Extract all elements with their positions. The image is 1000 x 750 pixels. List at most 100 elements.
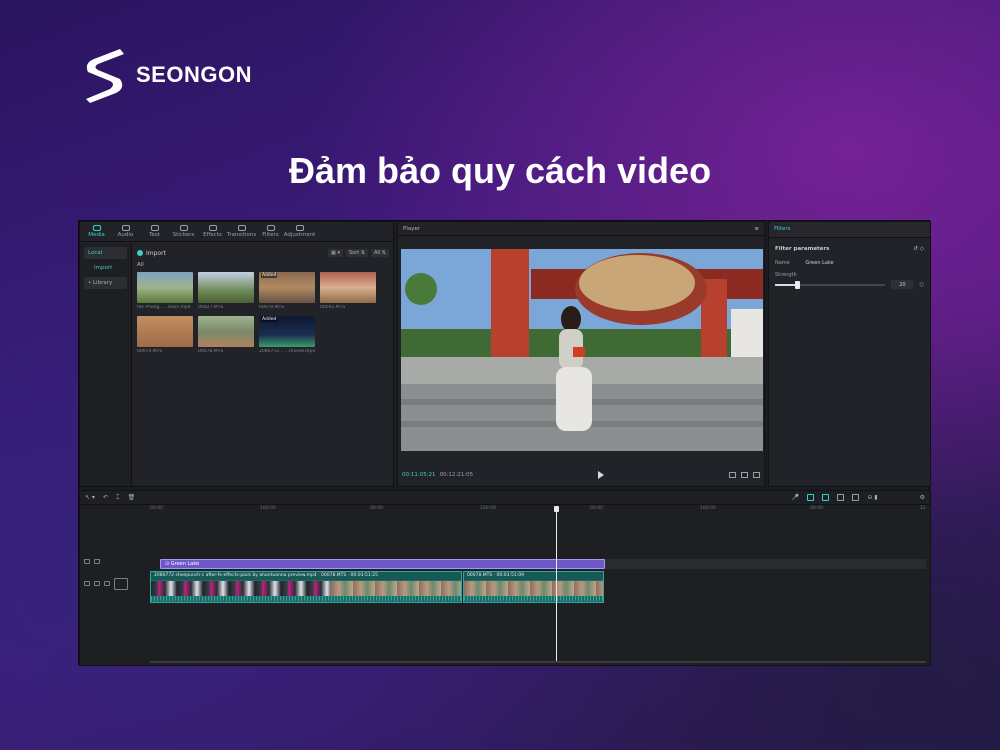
sidebar-item-library[interactable]: • Library — [84, 277, 127, 289]
timeline-tools-right: 🎤 ⊖ ▮ ⚙ — [792, 494, 925, 501]
timeline-scrollbar[interactable] — [150, 661, 926, 663]
tab-audio[interactable]: Audio — [113, 225, 138, 238]
sidebar-item-local[interactable]: Local — [84, 247, 127, 259]
clip-frames — [331, 581, 461, 597]
media-item[interactable]: 00074.MTS — [137, 316, 193, 354]
tab-stickers[interactable]: Stickers — [171, 225, 196, 238]
tab-media[interactable]: Media — [84, 225, 109, 238]
microphone-icon[interactable]: 🎤 — [792, 494, 799, 501]
media-item[interactable]: 00041.MTS — [320, 272, 376, 310]
hide-icon[interactable] — [94, 559, 100, 564]
split-icon[interactable]: ⌶ — [116, 494, 120, 502]
player-right-controls — [729, 472, 760, 478]
keyframe-icon[interactable]: ◇ — [919, 281, 924, 288]
link-icon[interactable] — [822, 494, 830, 501]
strength-slider-fill — [775, 283, 798, 286]
media-toolbar-right: ▦ ▾ Sort ⇅ All ⇅ — [328, 249, 389, 257]
audio-waveform — [151, 596, 461, 601]
toolbar-tabs: Media Audio Text Stickers Effects Transi… — [80, 222, 393, 242]
media-item-caption: 00027.MTS — [198, 305, 224, 310]
filter-parameters-label: Filter parameters — [775, 246, 830, 252]
preview-axis-icon[interactable] — [837, 494, 845, 501]
split-audio-icon[interactable] — [852, 494, 860, 501]
filter-track-header — [84, 559, 100, 564]
mute-icon[interactable] — [104, 581, 110, 586]
added-badge: Added — [261, 273, 278, 278]
fullscreen-icon[interactable] — [753, 472, 760, 478]
video-editor-window: Media Audio Text Stickers Effects Transi… — [78, 220, 931, 666]
video-preview[interactable] — [401, 249, 763, 451]
filters-panel: Filters Filter parameters ↺ ◇ Name Green… — [768, 221, 931, 487]
select-tool-icon[interactable]: ↖ ▾ — [85, 494, 95, 501]
filter-name-value: Green Lake — [805, 260, 834, 266]
media-item[interactable]: Added 00070.MTS — [259, 272, 315, 310]
media-thumbnail: Added — [259, 316, 315, 347]
media-thumbnail — [137, 272, 193, 303]
all-filter-button[interactable]: All ⇅ — [371, 249, 389, 257]
transitions-icon — [237, 225, 246, 231]
tab-adjustment[interactable]: Adjustment — [284, 225, 315, 238]
import-button[interactable]: Import — [137, 250, 166, 257]
timeline-ruler[interactable]: 00:00 100:00 00:00 100:00 00:00 100:00 00:00 12 — [150, 506, 926, 516]
sidebar-item-import[interactable]: Import — [84, 262, 127, 274]
filter-clip[interactable]: ⊙ Green Lake — [160, 559, 605, 569]
undo-icon[interactable]: ↶ — [103, 494, 108, 501]
current-timecode: 00:11:05:21 — [402, 472, 436, 478]
clip-frames — [464, 581, 603, 597]
seongon-logo-icon — [86, 49, 124, 103]
clip-label: 00078.MTS · 00:03:51:09 — [464, 572, 603, 580]
ruler-tick: 100:00 — [480, 506, 496, 511]
filter-track-empty — [605, 559, 926, 569]
cover-icon[interactable] — [114, 578, 128, 590]
text-icon — [150, 225, 159, 231]
sort-button[interactable]: Sort ⇅ — [345, 249, 369, 257]
ruler-tick: 00:00 — [810, 506, 823, 511]
hide-icon[interactable] — [94, 581, 100, 586]
menu-icon[interactable]: ≡ — [754, 226, 759, 232]
media-item[interactable]: 00027.MTS — [198, 272, 254, 310]
filter-name-label: Name — [775, 260, 790, 266]
tab-effects[interactable]: Effects — [200, 225, 225, 238]
media-item-caption: file Phong... ..main.mp4 — [137, 305, 191, 310]
fit-screen-icon[interactable] — [729, 472, 736, 478]
settings-icon[interactable]: ⚙ — [920, 494, 925, 501]
zoom-slider[interactable]: ⊖ ▮ — [867, 494, 877, 501]
reset-icon[interactable]: ↺ ◇ — [913, 246, 924, 252]
ratio-icon[interactable] — [741, 472, 748, 478]
media-item[interactable]: file Phong... ..main.mp4 — [137, 272, 193, 310]
strength-label: Strength — [775, 272, 797, 278]
play-icon[interactable] — [598, 471, 605, 479]
strength-slider-row: 20 ◇ — [775, 280, 924, 289]
tab-transitions[interactable]: Transitions — [227, 225, 256, 238]
strength-slider-handle[interactable] — [795, 280, 801, 289]
delete-icon[interactable]: 🗑 — [128, 494, 136, 501]
ruler-tick: 100:00 — [260, 506, 276, 511]
lock-icon[interactable] — [84, 581, 90, 586]
media-item[interactable]: 00078.MTS — [198, 316, 254, 354]
playhead-handle[interactable] — [554, 506, 559, 512]
tab-text[interactable]: Text — [142, 225, 167, 238]
timeline-toolbar: ↖ ▾ ↶ ⌶ 🗑 🎤 ⊖ ▮ ⚙ — [80, 491, 930, 505]
video-clip[interactable]: 2080772 sheepunch-c after-fx-effects-pac… — [150, 571, 462, 603]
brand-name: SEONGON — [136, 62, 252, 87]
main-track-header — [84, 578, 128, 590]
view-toggle-button[interactable]: ▦ ▾ — [328, 249, 343, 257]
tab-filters[interactable]: Filters — [258, 225, 283, 238]
magnet-icon[interactable] — [807, 494, 815, 501]
filter-name-row: Name Green Lake — [775, 260, 924, 266]
video-clip[interactable]: 00078.MTS · 00:03:51:09 — [463, 571, 604, 603]
stickers-icon — [179, 225, 188, 231]
lock-icon[interactable] — [84, 559, 90, 564]
media-item-caption: 00070.MTS — [259, 305, 285, 310]
player-title: Player — [403, 226, 421, 232]
adjustment-icon — [295, 225, 304, 231]
effects-icon — [208, 225, 217, 231]
media-item[interactable]: Added 2080772... ...review.mp4 — [259, 316, 315, 354]
media-browser: Import ▦ ▾ Sort ⇅ All ⇅ All file Phong..… — [137, 246, 389, 482]
strength-input[interactable]: 20 — [891, 280, 914, 289]
playhead[interactable] — [554, 506, 559, 663]
strength-slider[interactable] — [775, 280, 886, 289]
timeline-tools-left: ↖ ▾ ↶ ⌶ 🗑 — [85, 494, 135, 502]
filters-icon — [266, 225, 275, 231]
ruler-tick: 00:00 — [150, 506, 163, 511]
